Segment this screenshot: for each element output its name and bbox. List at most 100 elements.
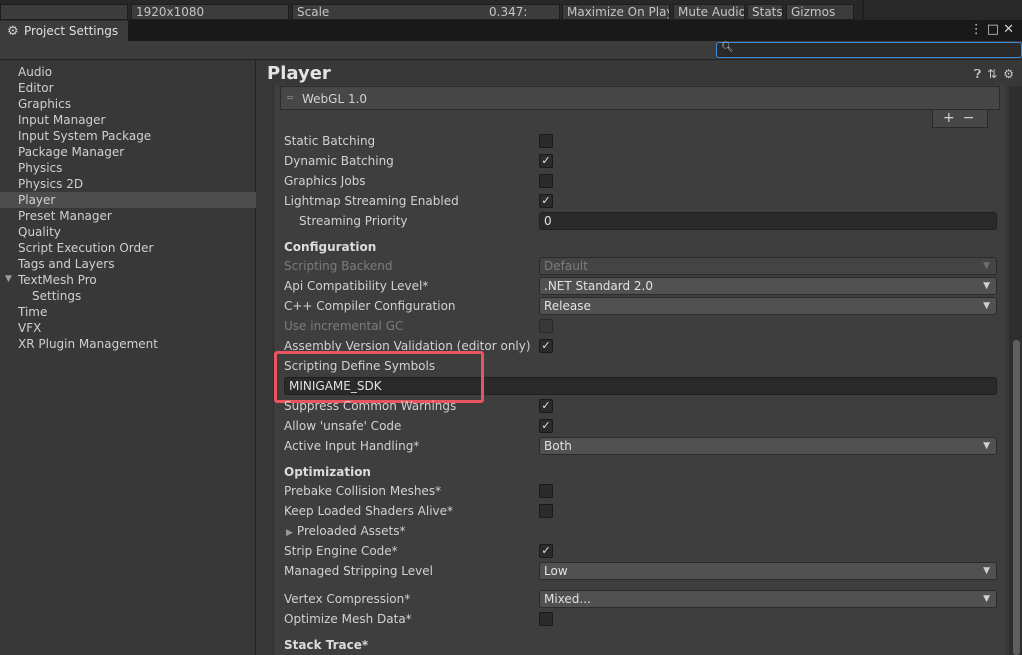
toolbar-left-field[interactable] [0,4,128,20]
api-compat-label: Api Compatibility Level* [284,279,429,293]
settings-icon[interactable]: ⚙ [1003,67,1020,81]
drag-handle-icon[interactable]: ═ [287,93,293,104]
gizmos-button[interactable]: Gizmos [786,4,854,20]
preset-icon[interactable]: ⇅ [987,67,1003,81]
window-controls: ⋮□✕ [970,22,1018,37]
streaming-priority-field[interactable]: 0 [539,212,997,230]
incremental-gc-checkbox [539,319,553,333]
sidebar-item-textmesh-pro[interactable]: TextMesh Pro [18,272,97,288]
keep-shaders-checkbox[interactable] [539,504,553,518]
configuration-header: Configuration [284,240,377,254]
game-view-toolbar: 1920x1080 Scale 0.347: Maximize On Play M… [0,0,1022,20]
sidebar-item-input-system-package[interactable]: Input System Package [18,128,151,144]
sidebar-item-audio[interactable]: Audio [18,64,52,80]
static-batching-label: Static Batching [284,134,376,148]
assembly-validation-checkbox[interactable]: ✓ [539,339,553,353]
mute-audio-button[interactable]: Mute Audio [673,4,745,20]
resolution-dropdown[interactable]: 1920x1080 [131,4,289,20]
static-batching-checkbox[interactable] [539,134,553,148]
strip-engine-checkbox[interactable]: ✓ [539,544,553,558]
active-input-dropdown[interactable]: Both ▼ [539,437,997,455]
streaming-priority-label: Streaming Priority [299,214,408,228]
stats-button[interactable]: Stats [747,4,783,20]
maximize-icon[interactable]: □ [987,22,1003,37]
lightmap-streaming-checkbox[interactable]: ✓ [539,194,553,208]
more-options-icon[interactable]: ⋮ [970,22,987,37]
api-compat-dropdown[interactable]: .NET Standard 2.0 ▼ [539,277,997,295]
sidebar-item-physics[interactable]: Physics [18,160,62,176]
sidebar-item-player[interactable]: Player [18,192,55,208]
allow-unsafe-label: Allow 'unsafe' Code [284,419,402,433]
lightmap-streaming-label: Lightmap Streaming Enabled [284,194,459,208]
scripting-backend-dropdown: Default ▼ [539,257,997,275]
sidebar-item-textmesh-settings[interactable]: Settings [32,288,81,304]
chevron-down-icon: ▼ [983,261,990,271]
sidebar-item-physics-2d[interactable]: Physics 2D [18,176,83,192]
allow-unsafe-checkbox[interactable]: ✓ [539,419,553,433]
keep-shaders-label: Keep Loaded Shaders Alive* [284,504,454,518]
sidebar-item-editor[interactable]: Editor [18,80,54,96]
sidebar-item-xr-plugin-management[interactable]: XR Plugin Management [18,336,158,352]
sidebar-item-script-execution-order[interactable]: Script Execution Order [18,240,153,256]
sidebar-item-vfx[interactable]: VFX [18,320,41,336]
chevron-down-icon: ▼ [983,301,990,311]
close-icon[interactable]: ✕ [1003,22,1018,37]
foldout-arrow-icon: ▶ [286,528,293,538]
scripting-backend-label: Scripting Backend [284,259,393,273]
scale-slider[interactable]: Scale 0.347: [292,4,560,20]
active-input-label: Active Input Handling* [284,439,420,453]
vertex-compression-dropdown[interactable]: Mixed... ▼ [539,590,997,608]
dynamic-batching-checkbox[interactable]: ✓ [539,154,553,168]
incremental-gc-label: Use incremental GC [284,319,404,333]
annotation-highlight-box [274,351,484,403]
managed-stripping-dropdown[interactable]: Low ▼ [539,562,997,580]
chevron-down-icon: ▼ [983,441,990,451]
cpp-compiler-dropdown[interactable]: Release ▼ [539,297,997,315]
scrollbar-thumb[interactable] [1013,340,1020,655]
sidebar-item-graphics[interactable]: Graphics [18,96,71,112]
optimize-mesh-label: Optimize Mesh Data* [284,612,412,626]
chevron-down-icon: ▼ [983,594,990,604]
sidebar-item-tags-and-layers[interactable]: Tags and Layers [18,256,114,272]
preloaded-assets-foldout[interactable]: ▶ Preloaded Assets* [286,523,406,539]
optimization-header: Optimization [284,465,371,479]
add-icon[interactable]: + [943,110,963,126]
search-icon: 🔍︎ [721,42,734,53]
page-title: Player [267,63,331,84]
toolbar-divider [862,0,864,20]
graphics-api-item[interactable]: WebGL 1.0 [302,92,367,106]
graphics-jobs-checkbox[interactable] [539,174,553,188]
graphics-api-list: ═ WebGL 1.0 [280,86,1000,110]
suppress-warnings-label: Suppress Common Warnings [284,399,457,413]
expand-arrow-icon[interactable]: ▼ [5,274,12,284]
suppress-warnings-checkbox[interactable]: ✓ [539,399,553,413]
help-icon[interactable]: ❓︎ [974,67,987,81]
cpp-compiler-label: C++ Compiler Configuration [284,299,456,313]
sidebar-item-package-manager[interactable]: Package Manager [18,144,124,160]
sidebar-item-quality[interactable]: Quality [18,224,61,240]
dynamic-batching-label: Dynamic Batching [284,154,394,168]
tab-title: Project Settings [24,24,119,38]
header-icons: ❓︎⇅⚙ [974,67,1020,82]
vertex-compression-label: Vertex Compression* [284,592,411,606]
list-add-remove: +− [932,110,988,128]
prebake-label: Prebake Collision Meshes* [284,484,442,498]
search-input[interactable]: 🔍︎ [716,42,1022,58]
maximize-on-play-button[interactable]: Maximize On Play [562,4,670,20]
tab-project-settings[interactable]: ⚙ Project Settings [0,20,128,41]
window-title-bar: ⚙ Project Settings ⋮□✕ [0,20,1022,41]
optimize-mesh-checkbox[interactable] [539,612,553,626]
gear-icon: ⚙ [7,24,19,39]
sidebar-item-input-manager[interactable]: Input Manager [18,112,106,128]
strip-engine-label: Strip Engine Code* [284,544,398,558]
stack-trace-header: Stack Trace* [284,638,369,652]
remove-icon[interactable]: − [963,110,983,126]
prebake-checkbox[interactable] [539,484,553,498]
chevron-down-icon: ▼ [983,566,990,576]
sidebar-item-preset-manager[interactable]: Preset Manager [18,208,112,224]
chevron-down-icon: ▼ [983,281,990,291]
search-row: 🔍︎ [0,41,1022,60]
settings-sidebar: Audio Editor Graphics Input Manager Inpu… [0,60,256,655]
sidebar-item-time[interactable]: Time [18,304,47,320]
graphics-jobs-label: Graphics Jobs [284,174,366,188]
